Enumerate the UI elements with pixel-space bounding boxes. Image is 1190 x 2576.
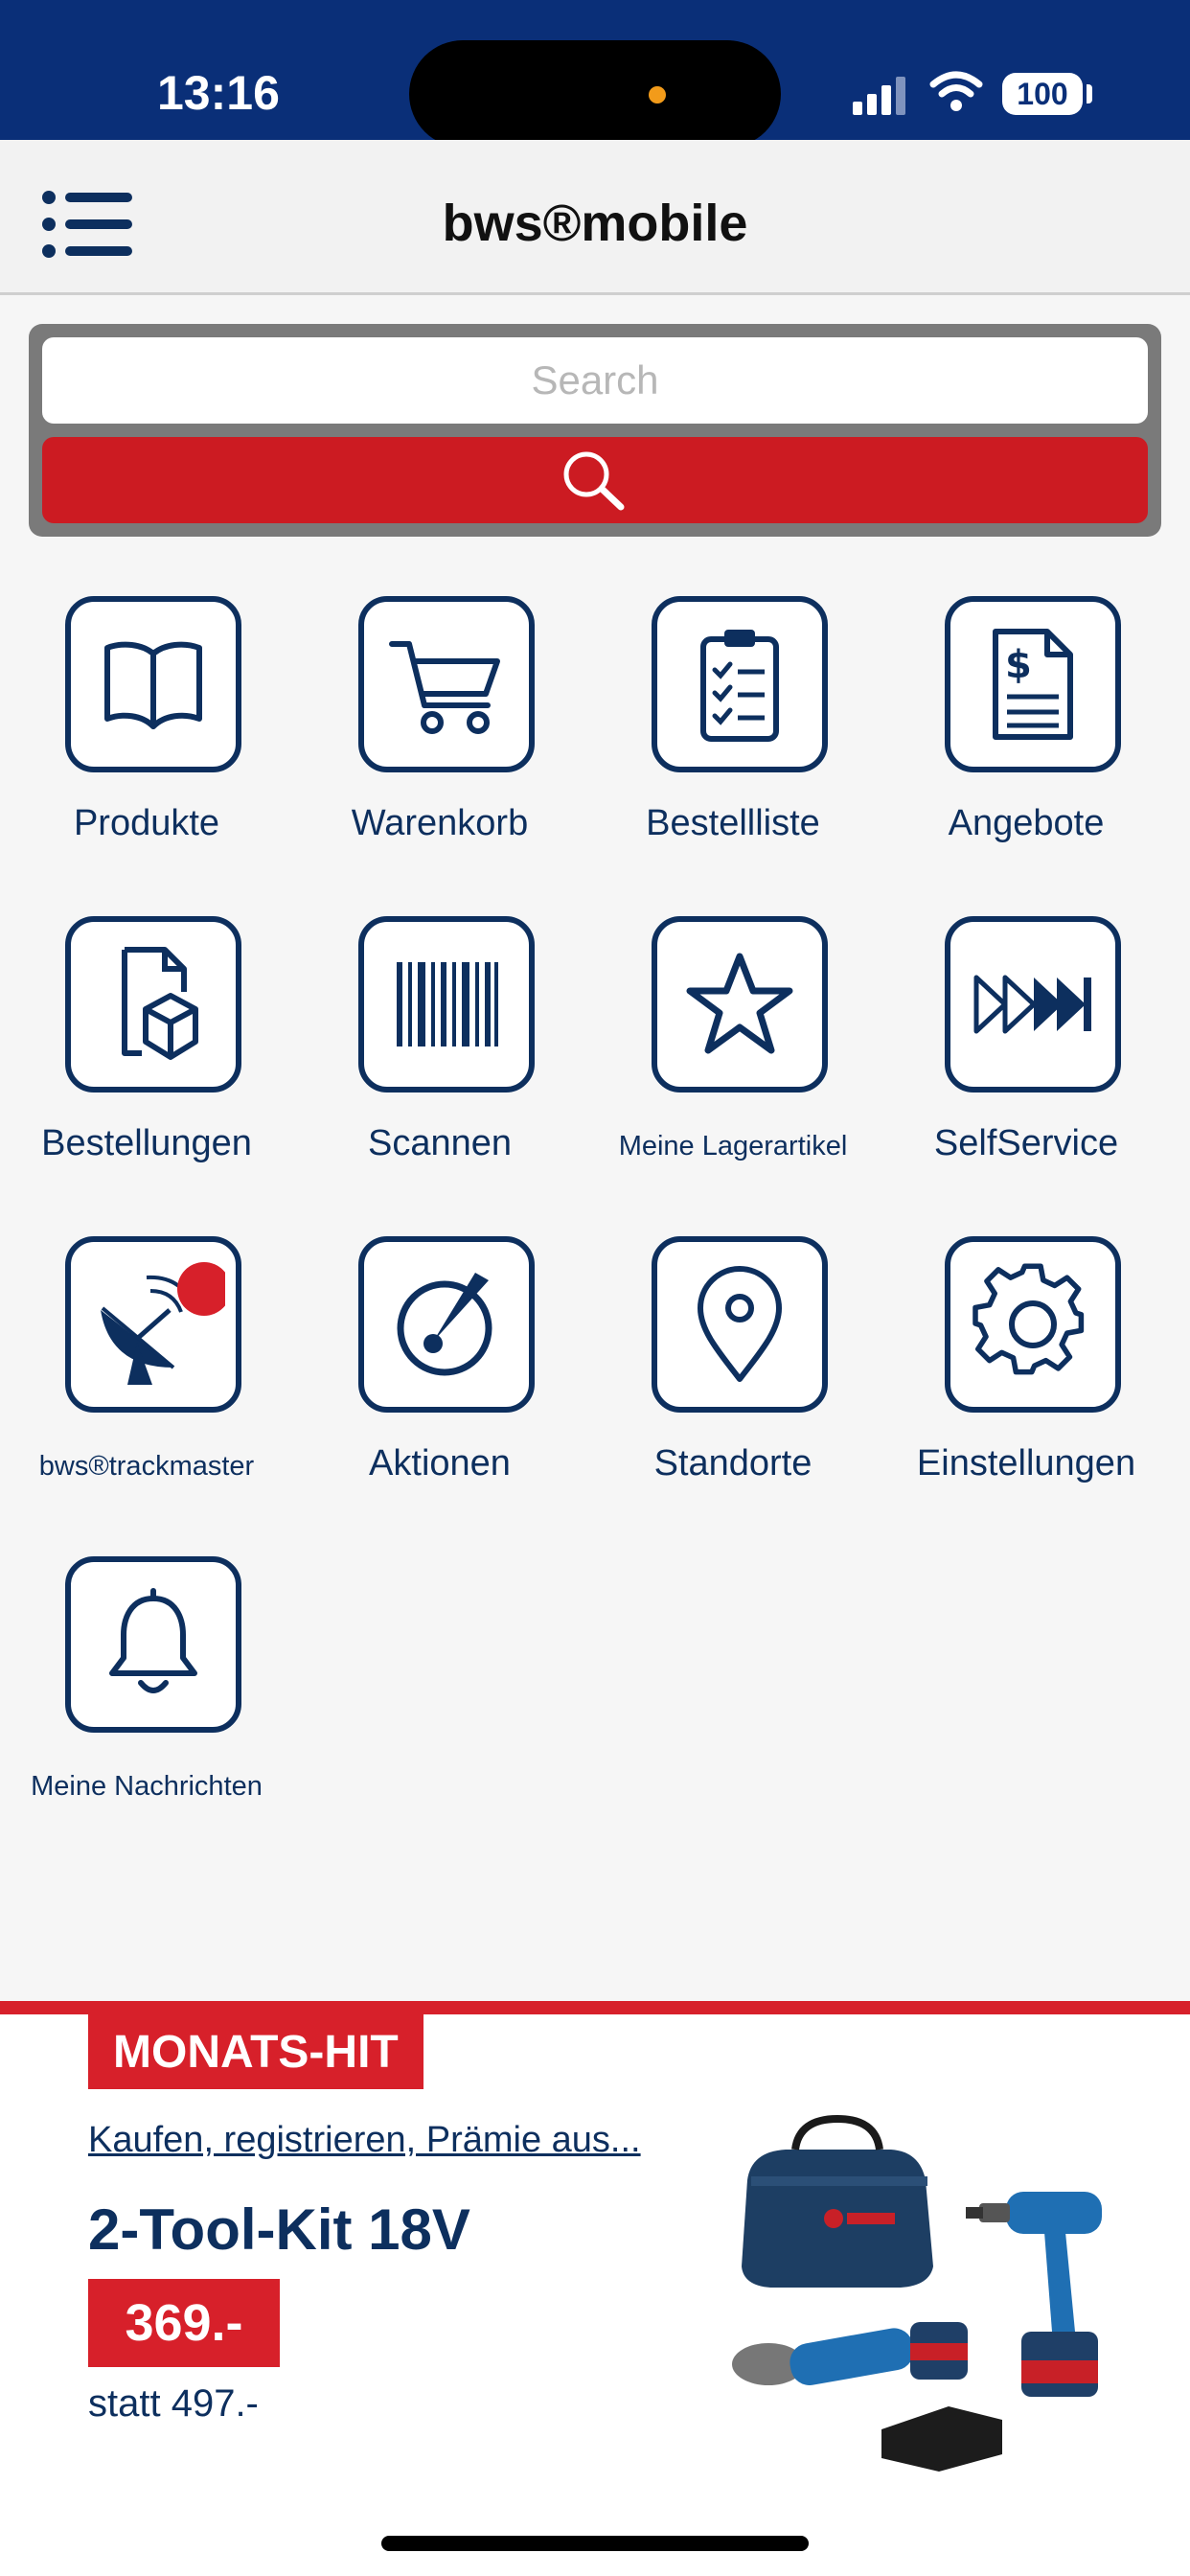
search-button[interactable] <box>42 437 1148 523</box>
location-pin-icon <box>698 1266 782 1382</box>
tile-trackmaster-box <box>65 1236 241 1413</box>
star-icon <box>686 953 793 1054</box>
bell-icon <box>109 1588 197 1693</box>
tile-label: Angebote <box>948 803 1105 843</box>
tile-bestellungen-box <box>65 916 241 1092</box>
promo-old-price: statt 497.- <box>88 2382 259 2425</box>
battery-indicator: 100 <box>1002 73 1083 115</box>
search-icon <box>563 451 625 511</box>
tile-bestellliste-box <box>652 596 828 772</box>
tile-label: Bestellungen <box>41 1123 252 1163</box>
tile-label: Einstellungen <box>916 1443 1136 1484</box>
signal-icon <box>853 77 905 115</box>
package-document-icon <box>122 947 198 1060</box>
tile-angebote-box: $ <box>945 596 1121 772</box>
status-bar: 13:16 100 <box>0 0 1190 148</box>
tile-angebote[interactable]: $ Angebote <box>880 596 1173 884</box>
tile-bestellungen[interactable]: Bestellungen <box>0 916 293 1204</box>
tile-label: Scannen <box>367 1123 512 1163</box>
barcode-icon <box>397 962 498 1046</box>
tile-label: Meine Nachrichten <box>31 1771 263 1802</box>
gear-icon <box>973 1263 1085 1375</box>
promo-price: 369.- <box>88 2279 280 2367</box>
tile-produkte[interactable]: Produkte <box>0 596 293 884</box>
tile-label: Meine Lagerartikel <box>618 1131 848 1162</box>
tile-standorte-box <box>652 1236 828 1413</box>
tile-label: Aktionen <box>369 1443 511 1484</box>
search-input[interactable] <box>42 337 1148 424</box>
tile-warenkorb-box <box>358 596 535 772</box>
invoice-icon: $ <box>993 629 1073 740</box>
tile-label: Bestellliste <box>646 803 820 843</box>
promo-link[interactable]: Kaufen, registrieren, Prämie aus... <box>88 2120 641 2161</box>
dynamic-island <box>409 40 781 148</box>
home-indicator[interactable] <box>381 2536 809 2551</box>
tile-scannen[interactable]: Scannen <box>293 916 586 1204</box>
tile-bestellliste[interactable]: Bestellliste <box>586 596 880 884</box>
tile-meine-nachrichten[interactable]: Meine Nachrichten <box>0 1556 293 1844</box>
tile-meine-nachrichten-box <box>65 1556 241 1733</box>
tile-meine-lagerartikel-box <box>652 916 828 1092</box>
tool-kit-image <box>732 2114 1102 2472</box>
app-title: bws®mobile <box>442 195 748 252</box>
tile-einstellungen[interactable]: Einstellungen <box>880 1236 1173 1524</box>
tile-standorte[interactable]: Standorte <box>586 1236 880 1524</box>
satellite-dish-icon <box>101 1262 225 1385</box>
app-header: bws®mobile <box>0 140 1190 295</box>
promo-title: 2-Tool-Kit 18V <box>88 2197 470 2262</box>
tile-aktionen[interactable]: Aktionen <box>293 1236 586 1524</box>
cart-icon <box>389 641 500 734</box>
tile-produkte-box <box>65 596 241 772</box>
tile-trackmaster[interactable]: bws®trackmaster <box>0 1236 293 1524</box>
promo-badge: MONATS-HIT <box>88 2014 423 2089</box>
tile-einstellungen-box <box>945 1236 1121 1413</box>
status-time: 13:16 <box>157 66 280 120</box>
fast-forward-icon <box>973 975 1091 1034</box>
svg-text:$: $ <box>1005 643 1032 687</box>
tile-selfservice[interactable]: SelfService <box>880 916 1173 1204</box>
tile-label: Standorte <box>653 1443 812 1484</box>
clipboard-icon <box>700 630 779 742</box>
compass-icon <box>397 1273 492 1376</box>
tile-selfservice-box <box>945 916 1121 1092</box>
tile-label: bws®trackmaster <box>38 1451 255 1482</box>
tile-meine-lagerartikel[interactable]: Meine Lagerartikel <box>586 916 880 1204</box>
tile-label: Produkte <box>73 803 220 843</box>
tile-aktionen-box <box>358 1236 535 1413</box>
search-box <box>29 324 1161 537</box>
tile-label: Warenkorb <box>351 803 529 843</box>
camera-indicator-icon <box>649 86 666 104</box>
tile-label: SelfService <box>933 1123 1119 1163</box>
tile-scannen-box <box>358 916 535 1092</box>
book-icon <box>104 641 202 729</box>
battery-cap <box>1087 84 1092 104</box>
tile-warenkorb[interactable]: Warenkorb <box>293 596 586 884</box>
wifi-icon <box>929 71 983 111</box>
